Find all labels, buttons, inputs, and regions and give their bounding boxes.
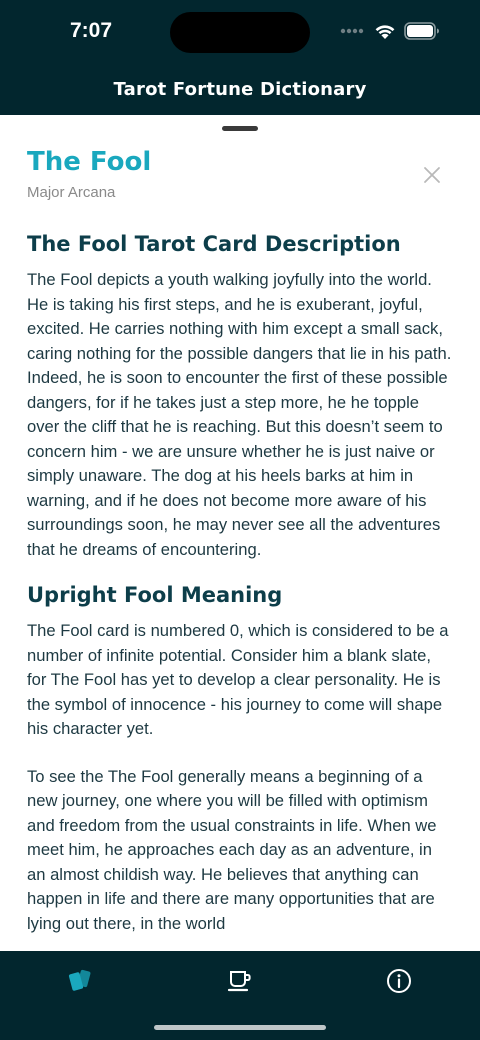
dynamic-island xyxy=(170,12,310,53)
tab-bar xyxy=(0,951,480,1040)
card-content: The Fool Tarot Card Description The Fool… xyxy=(27,229,452,936)
upright-meaning-paragraph: The Fool card is numbered 0, which is co… xyxy=(27,621,449,738)
home-indicator xyxy=(154,1025,326,1030)
upright-meaning-heading: Upright Fool Meaning xyxy=(27,583,283,607)
info-icon xyxy=(387,969,411,993)
tab-info[interactable] xyxy=(381,965,417,997)
coffee-cup-icon xyxy=(227,971,251,992)
card-detail-sheet: The Fool Major Arcana The Fool Tarot Car… xyxy=(0,115,480,951)
wifi-icon xyxy=(375,24,395,39)
description-heading: The Fool Tarot Card Description xyxy=(27,232,401,256)
card-subtitle: Major Arcana xyxy=(27,184,116,201)
tab-coffee-reading[interactable] xyxy=(221,965,257,997)
card-title: The Fool xyxy=(27,147,152,177)
cards-icon xyxy=(68,969,91,991)
cellular-signal-icon xyxy=(340,28,364,34)
status-time: 7:07 xyxy=(70,19,113,42)
battery-icon xyxy=(404,22,439,40)
navigation-bar: Tarot Fortune Dictionary xyxy=(0,66,480,115)
nav-title: Tarot Fortune Dictionary xyxy=(113,79,367,100)
close-icon xyxy=(424,167,440,183)
description-paragraph: The Fool depicts a youth walking joyfull… xyxy=(27,270,452,559)
tab-cards[interactable] xyxy=(62,965,98,997)
close-button[interactable] xyxy=(418,161,446,189)
status-icons xyxy=(340,22,440,40)
upright-meaning-paragraph: To see the The Fool generally means a be… xyxy=(27,766,437,933)
status-bar: 7:07 xyxy=(0,0,480,66)
sheet-grabber[interactable] xyxy=(222,126,258,131)
